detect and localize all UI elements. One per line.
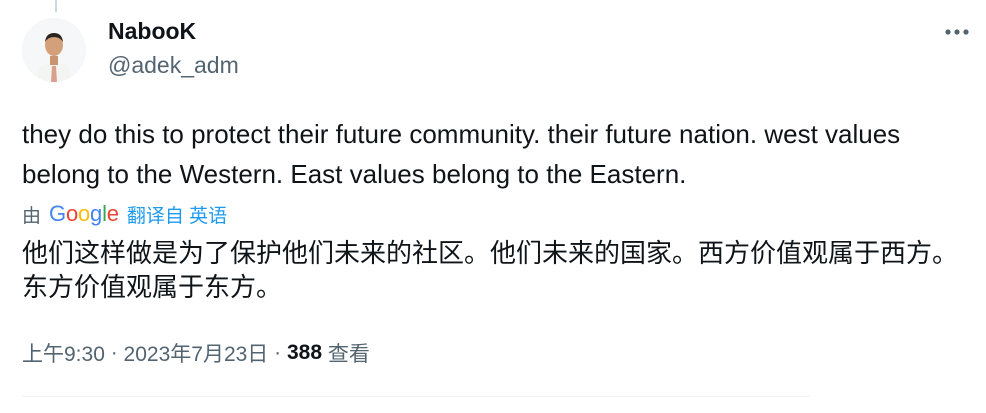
avatar[interactable] bbox=[22, 18, 86, 82]
tweet-date[interactable]: 2023年7月23日 bbox=[124, 338, 269, 368]
author-name[interactable]: NabooK bbox=[108, 16, 239, 46]
tweet-meta: 上午9:30 · 2023年7月23日 · 388 查看 bbox=[22, 338, 370, 368]
google-logo-letter: o bbox=[77, 201, 91, 226]
google-logo-letter: G bbox=[49, 201, 66, 226]
google-logo-letter: o bbox=[65, 201, 78, 226]
author-block: NabooK @adek_adm bbox=[108, 16, 239, 82]
meta-separator: · bbox=[104, 341, 124, 364]
more-horizontal-icon bbox=[945, 29, 969, 35]
google-logo-letter: g bbox=[90, 201, 103, 226]
tweet-detail: NabooK @adek_adm they do this to protect… bbox=[0, 0, 986, 413]
tweet-text: they do this to protect their future com… bbox=[22, 119, 901, 189]
tweet-time[interactable]: 上午9:30 bbox=[22, 338, 105, 368]
divider bbox=[22, 396, 810, 397]
views-label[interactable]: 查看 bbox=[322, 338, 370, 368]
translation-attribution: 由 Google 翻译自 英语 bbox=[22, 200, 227, 228]
views-count[interactable]: 388 bbox=[287, 341, 322, 365]
thread-line bbox=[55, 0, 57, 12]
translated-from-link[interactable]: 翻译自 英语 bbox=[127, 201, 227, 228]
author-handle[interactable]: @adek_adm bbox=[108, 48, 239, 82]
avatar-image bbox=[22, 18, 86, 82]
translated-by-label: 由 bbox=[22, 205, 42, 227]
google-logo: Google bbox=[49, 201, 119, 227]
translated-text: 他们这样做是为了保护他们未来的社区。他们未来的国家。西方价值观属于西方。东方价值… bbox=[22, 238, 959, 302]
more-options-button[interactable] bbox=[940, 18, 974, 46]
google-logo-letter: e bbox=[106, 201, 119, 226]
meta-separator: · bbox=[268, 341, 287, 364]
